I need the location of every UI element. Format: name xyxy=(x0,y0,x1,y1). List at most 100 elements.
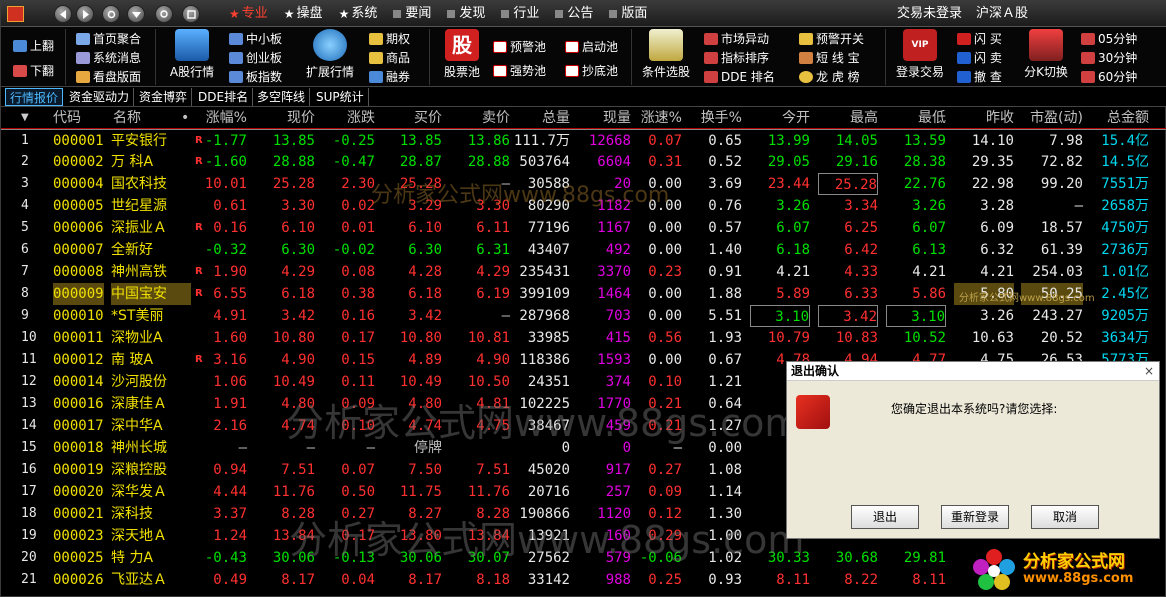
gem-button[interactable]: 创业板 xyxy=(229,49,282,66)
sort-arrow-icon[interactable]: ▼ xyxy=(21,107,29,129)
dde-rank-button[interactable]: DDE 排名 xyxy=(704,68,775,85)
menu-item-pro[interactable]: ★ 专业 xyxy=(221,1,276,27)
warn-switch-button[interactable]: 预警开关 xyxy=(799,30,864,47)
table-row[interactable]: 4 000005 世纪星源 0.61 3.30 0.02 3.29 3.30 80290 1182… xyxy=(1,195,1166,217)
refresh-icon[interactable] xyxy=(102,5,120,23)
settings-icon[interactable] xyxy=(182,5,200,23)
cell-chg-pct: -0.32 xyxy=(204,242,247,258)
back-icon[interactable] xyxy=(54,5,72,23)
table-row[interactable]: 10 000011 深物业A 1.60 10.80 0.17 10.80 10.81 33985… xyxy=(1,327,1166,349)
cancel-button[interactable]: 取消 xyxy=(1031,505,1099,529)
cell-vol: 43407 xyxy=(527,242,570,258)
table-row[interactable]: 5 000006 深振业Ａ R 0.16 6.10 0.01 6.10 6.11 77196 116… xyxy=(1,217,1166,239)
tab-quote[interactable]: 行情报价 xyxy=(5,88,64,106)
col-bid[interactable]: 买价 xyxy=(382,107,442,129)
dragon-tiger-button[interactable]: 龙 虎 榜 xyxy=(799,68,860,85)
market-anomaly-button[interactable]: 市场异动 xyxy=(704,30,769,47)
col-price[interactable]: 现价 xyxy=(255,107,315,129)
login-status[interactable]: 交易未登录 xyxy=(897,6,962,21)
cell-ask: 4.81 xyxy=(476,396,510,412)
forward-icon[interactable] xyxy=(76,5,94,23)
table-row[interactable]: 1 000001 平安银行 R -1.77 13.85 -0.25 13.85 13.86 111… xyxy=(1,129,1166,151)
cell-prev: 3.26 xyxy=(980,308,1014,324)
col-ask[interactable]: 卖价 xyxy=(450,107,510,129)
board-index-button[interactable]: 板指数 xyxy=(229,68,282,85)
col-turnover[interactable]: 换手% xyxy=(682,107,742,129)
ext-quote-button[interactable]: 扩展行情 xyxy=(299,27,361,85)
tab-fund-game[interactable]: 资金博弈 xyxy=(135,88,193,106)
cell-chg: 0.27 xyxy=(341,506,375,522)
view-board-button[interactable]: 看盘版面 xyxy=(76,68,141,85)
col-name[interactable]: 名称 xyxy=(113,107,141,129)
table-row[interactable]: 7 000008 神州高铁 R 1.90 4.29 0.08 4.28 4.29 235431 33… xyxy=(1,261,1166,283)
menu-item-news[interactable]: 要闻 xyxy=(385,1,439,27)
col-pe[interactable]: 市盈(动) xyxy=(1021,107,1083,129)
table-row[interactable]: 8 000009 中国宝安 R 6.55 6.18 0.38 6.18 6.19 399109 14… xyxy=(1,283,1166,305)
table-row[interactable]: 6 000007 全新好 -0.32 6.30 -0.02 6.30 6.31 43407 492… xyxy=(1,239,1166,261)
home-button[interactable]: 首页聚合 xyxy=(76,30,141,47)
bottom-pool-button[interactable]: 抄底池 xyxy=(565,62,618,79)
min30-button[interactable]: 30分钟 xyxy=(1081,49,1137,66)
table-row[interactable]: 3 000004 国农科技 10.01 25.28 2.30 25.28—30588 20 0.… xyxy=(1,173,1166,195)
cond-select-button[interactable]: 条件选股 xyxy=(635,27,697,85)
col-vol[interactable]: 总量 xyxy=(510,107,570,129)
square-icon xyxy=(501,10,510,18)
options-button[interactable]: 期权 xyxy=(369,30,410,47)
col-open[interactable]: 今开 xyxy=(750,107,810,129)
market-label[interactable]: 沪深Ａ股 xyxy=(976,6,1028,21)
tab-dde-rank[interactable]: DDE排名 xyxy=(194,88,254,106)
menu-down-icon[interactable] xyxy=(127,5,145,23)
sys-msg-button[interactable]: 系统消息 xyxy=(76,49,141,66)
warn-pool-button[interactable]: 预警池 xyxy=(493,38,546,55)
period-switch-button[interactable]: 分K切换 xyxy=(1015,27,1077,85)
menu-item-discover[interactable]: 发现 xyxy=(439,1,493,27)
cell-ask: 3.30 xyxy=(476,198,510,214)
close-icon[interactable]: × xyxy=(1142,364,1156,378)
start-pool-button[interactable]: 启动池 xyxy=(565,38,618,55)
col-flag[interactable]: • xyxy=(181,107,189,129)
col-high[interactable]: 最高 xyxy=(818,107,878,129)
col-low[interactable]: 最低 xyxy=(886,107,946,129)
tab-sup-stat[interactable]: SUP统计 xyxy=(312,88,369,106)
table-row[interactable]: 9 000010 *ST美丽 4.91 3.42 0.16 3.42—287968 703 0.… xyxy=(1,305,1166,327)
page-down-button[interactable]: 下翻 xyxy=(13,62,54,79)
col-speed[interactable]: 涨速% xyxy=(622,107,682,129)
col-code[interactable]: 代码 xyxy=(53,107,81,129)
min60-button[interactable]: 60分钟 xyxy=(1081,68,1137,85)
cancel-query-button[interactable]: 撤 查 xyxy=(957,68,1002,85)
index-icon xyxy=(229,70,243,83)
commodity-button[interactable]: 商品 xyxy=(369,49,410,66)
flash-sell-button[interactable]: 闪 卖 xyxy=(957,49,1002,66)
col-amount[interactable]: 总金额 xyxy=(1087,107,1149,129)
stock-pool-button[interactable]: 股股票池 xyxy=(431,27,493,85)
page-up-button[interactable]: 上翻 xyxy=(13,37,54,54)
menu-item-industry[interactable]: 行业 xyxy=(493,1,547,27)
menu-item-trade[interactable]: ★ 操盘 xyxy=(276,1,331,27)
col-chg-pct[interactable]: 涨幅% xyxy=(191,107,247,129)
exit-button[interactable]: 退出 xyxy=(851,505,919,529)
table-row[interactable]: 2 000002 万 科A R -1.60 28.88 -0.47 28.87 28.88 503… xyxy=(1,151,1166,173)
cell-speed: 0.25 xyxy=(648,572,682,588)
strong-pool-button[interactable]: 强势池 xyxy=(493,62,546,79)
menu-item-announce[interactable]: 公告 xyxy=(547,1,601,27)
login-trade-button[interactable]: VIP 登录交易 xyxy=(889,27,951,85)
cell-code: 000006 xyxy=(53,220,104,236)
a-stock-quote-button[interactable]: A股行情 xyxy=(161,27,223,85)
short-trade-button[interactable]: 短 线 宝 xyxy=(799,49,860,66)
margin-button[interactable]: 融券 xyxy=(369,68,410,85)
page-down-icon xyxy=(13,64,27,77)
app-logo-icon xyxy=(7,6,24,22)
cell-bid: 8.17 xyxy=(408,572,442,588)
index-sort-button[interactable]: 指标排序 xyxy=(704,49,769,66)
min05-button[interactable]: 05分钟 xyxy=(1081,30,1137,47)
col-chg[interactable]: 涨跌 xyxy=(315,107,375,129)
col-prev[interactable]: 昨收 xyxy=(954,107,1014,129)
sme-button[interactable]: 中小板 xyxy=(229,30,282,47)
search-icon[interactable] xyxy=(155,5,173,23)
tab-fund-drive[interactable]: 资金驱动力 xyxy=(65,88,135,106)
menu-item-system[interactable]: ★ 系统 xyxy=(331,1,386,27)
menu-item-layout[interactable]: 版面 xyxy=(601,1,655,27)
tab-long-short[interactable]: 多空阵线 xyxy=(253,88,311,106)
flash-buy-button[interactable]: 闪 买 xyxy=(957,30,1002,47)
relogin-button[interactable]: 重新登录 xyxy=(941,505,1009,529)
